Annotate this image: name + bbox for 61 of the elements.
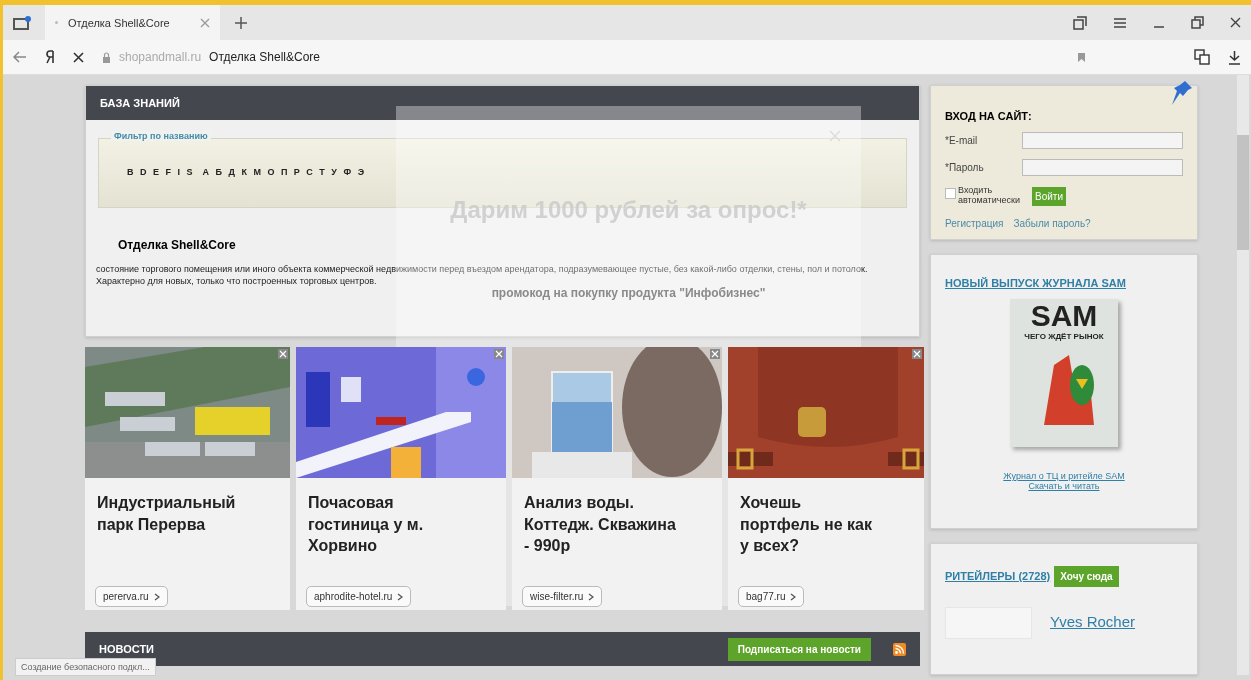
article-text: состояние торгового помещения или иного объекта коммерческой недвижимости перед въездом арендатора, подразумевающее пустые, без какой-либо отделки, стены, пол и потолок. Характерно для новых, только что построенных торговых центров. [96, 264, 869, 287]
login-title: ВХОД НА САЙТ: [945, 110, 1033, 122]
ad-card[interactable]: Почасовая гостиница у м. Хорвино aphrodite-hotel.ru [296, 347, 506, 610]
ad-card[interactable]: Индустриальный парк Перерва pererva.ru [85, 347, 290, 610]
rss-icon[interactable] [893, 642, 906, 656]
url-page-title: Отделка Shell&Core [209, 50, 320, 64]
download-icon[interactable] [1228, 49, 1241, 65]
retailers-title-link[interactable]: РИТЕЙЛЕРЫ (2728) [945, 570, 1051, 583]
restore-icon[interactable] [1191, 16, 1204, 29]
translate-icon[interactable] [1194, 49, 1210, 65]
ad-card[interactable]: Хочешь портфель не как у всех? bag77.ru [728, 347, 924, 610]
letter-links[interactable]: А Б Д К М О П Р С Т У Ф Э [202, 167, 367, 177]
section-title: БАЗА ЗНАНИЙ [100, 97, 180, 109]
scrollbar[interactable] [1237, 75, 1249, 675]
scroll-thumb[interactable] [1237, 135, 1249, 250]
tab-title: Отделка Shell&Core [68, 16, 171, 29]
magazine-cover[interactable]: SAM ЧЕГО ЖДЁТ РЫНОК [1010, 298, 1118, 447]
chevron-icon [397, 592, 404, 601]
ad-card[interactable]: Анализ воды. Коттедж. Скважина - 990р wise-filter.ru [512, 347, 722, 610]
magazine-title-link[interactable]: НОВЫЙ ВЫПУСК ЖУРНАЛА SAM [945, 276, 1126, 289]
chevron-icon [588, 592, 595, 601]
bookmark-icon[interactable] [1077, 51, 1086, 63]
close-icon[interactable] [1230, 17, 1241, 28]
menu-icon[interactable] [1113, 16, 1127, 29]
ad-title: Индустриальный парк Перерва [97, 493, 237, 535]
stop-icon[interactable] [73, 51, 84, 63]
ad-title: Почасовая гостиница у м. Хорвино [308, 493, 425, 557]
section-title: НОВОСТИ [99, 643, 155, 655]
ad-title: Хочешь портфель не как у всех? [740, 493, 873, 557]
window-switch-icon[interactable] [1073, 15, 1087, 30]
email-field[interactable] [1022, 132, 1183, 149]
chevron-icon [153, 592, 160, 601]
letter-links[interactable]: B D E F I S [127, 167, 195, 177]
chevron-icon [790, 592, 797, 601]
ad-link[interactable]: bag77.ru [738, 586, 805, 607]
lock-icon [102, 51, 111, 63]
field-label: *Пароль [945, 162, 985, 173]
ad-title: Анализ воды. Коттедж. Скважина - 990р [524, 493, 677, 557]
password-field[interactable] [1022, 159, 1183, 176]
retailer-link[interactable]: Yves Rocher [1050, 612, 1136, 639]
article-title: Отделка Shell&Core [118, 238, 237, 252]
plus-icon[interactable] [234, 15, 248, 30]
url-domain: shopandmall.ru [119, 50, 202, 64]
download-link[interactable]: Скачать и читать [1028, 480, 1100, 491]
ad-link[interactable]: aphrodite-hotel.ru [306, 586, 412, 607]
cover-headline: ЧЕГО ЖДЁТ РЫНОК [1024, 331, 1104, 341]
status-tooltip: Создание безопасного подкл... [15, 658, 156, 676]
ad-link[interactable]: pererva.ru [95, 586, 168, 607]
filter-label: Фильтр по названию [111, 131, 211, 141]
browser-logo-icon[interactable] [45, 50, 55, 64]
remember-label: Входить автоматически [958, 186, 1021, 206]
back-arrow-icon[interactable] [13, 51, 27, 63]
field-label: *E-mail [945, 135, 979, 146]
magazine-link[interactable]: Журнал о ТЦ и ритейле SAM [1003, 470, 1125, 481]
pushpin-icon [1171, 80, 1193, 106]
ad-link[interactable]: wise-filter.ru [522, 586, 603, 607]
remember-checkbox[interactable] [945, 188, 956, 199]
popup-text: промокод на покупку продукта "Инфобизнес" [491, 286, 766, 300]
browser-tab[interactable]: Отделка Shell&Core [45, 5, 220, 40]
cover-logo: SAM [1030, 298, 1098, 332]
tabs-icon[interactable] [13, 15, 31, 30]
